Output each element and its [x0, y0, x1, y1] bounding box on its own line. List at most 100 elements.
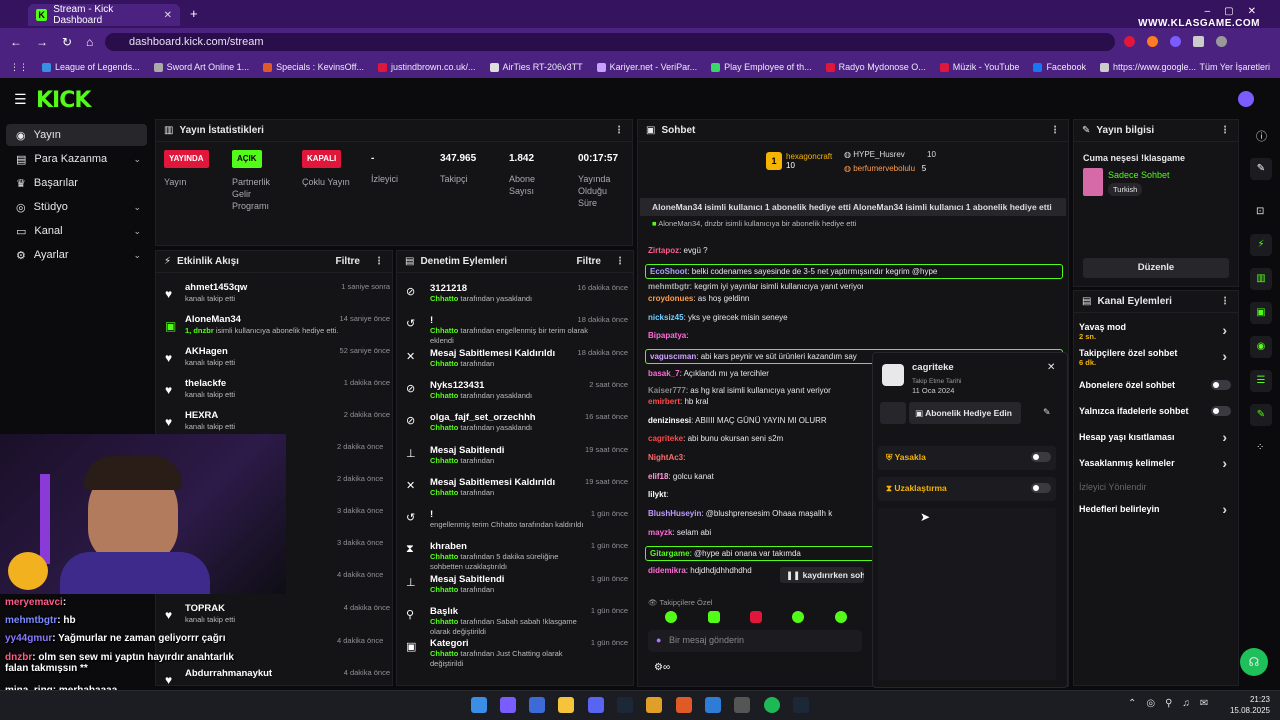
bookmark-item[interactable]: Müzik - YouTube	[939, 62, 1019, 72]
store-icon[interactable]	[529, 697, 545, 713]
chat-username[interactable]: BlushHuseyin	[648, 509, 701, 518]
ban-toggle[interactable]	[1031, 452, 1051, 462]
extension-icon[interactable]	[1170, 36, 1181, 47]
focus-icon[interactable]: ⊡	[1256, 206, 1264, 217]
close-icon[interactable]: ✕	[1047, 362, 1055, 373]
list-icon[interactable]: ☰	[1250, 370, 1272, 392]
channel-action-item[interactable]: Abonelere özel sohbet	[1079, 380, 1231, 390]
emote-icon[interactable]	[749, 611, 762, 623]
chat-username[interactable]: basak_7	[648, 369, 680, 378]
spotify-icon[interactable]	[764, 697, 780, 713]
emote-icon[interactable]	[665, 611, 678, 623]
chat-username[interactable]: emirbert	[648, 397, 680, 406]
apps-icon[interactable]: ⁘	[1256, 442, 1264, 453]
discord-icon[interactable]	[588, 697, 604, 713]
url-input[interactable]: dashboard.kick.com/stream	[105, 33, 1115, 51]
user-avatar[interactable]	[1238, 91, 1254, 107]
chat-username[interactable]: Bipapatya	[648, 331, 686, 340]
support-headset-icon[interactable]: ☊	[1240, 648, 1268, 676]
sidebar-item-para-kazanma[interactable]: ▤ Para Kazanma ⌄	[6, 148, 147, 170]
chrome-icon[interactable]	[646, 697, 662, 713]
channel-action-item[interactable]: Yavaş mod 2 sn. ›	[1079, 322, 1231, 341]
system-tray-icons[interactable]: ⌃◎⚲♫✉	[1128, 698, 1218, 709]
wrench-icon[interactable]: ✎	[1250, 404, 1272, 426]
chat-username[interactable]: Kaiser777	[648, 386, 686, 395]
bookmark-item[interactable]: Kariyer.net - VeriPar...	[596, 62, 697, 72]
filter-button[interactable]: Filtre	[336, 256, 360, 267]
more-options-icon[interactable]: ⋮	[374, 256, 384, 267]
filter-button[interactable]: Filtre	[577, 256, 601, 267]
avatar-button[interactable]	[880, 402, 906, 424]
channel-action-toggle[interactable]	[1211, 380, 1231, 390]
chat-username[interactable]: elif18	[648, 472, 668, 481]
chat-username[interactable]: lilykt	[648, 490, 666, 499]
bookmarks-folder[interactable]: Tüm Yer İşaretleri	[1199, 62, 1270, 72]
sidebar-item-basarilar[interactable]: ♛ Başarılar	[6, 172, 147, 194]
more-options-icon[interactable]: ⋮	[614, 125, 624, 136]
chat-settings-icon[interactable]: ⚙∞	[654, 662, 670, 673]
photos-icon[interactable]	[705, 697, 721, 713]
pencil-icon[interactable]: ✎	[1250, 158, 1272, 180]
chat-username[interactable]: denizinsesi	[648, 416, 691, 425]
extension-icon[interactable]	[1124, 36, 1135, 47]
bookmark-item[interactable]: League of Legends...	[42, 62, 140, 72]
apps-icon[interactable]: ⋮⋮	[10, 62, 28, 73]
folder-icon[interactable]	[558, 697, 574, 713]
chat-username[interactable]: didemikra	[648, 566, 686, 575]
broadcast-icon[interactable]: ◉	[1250, 336, 1272, 358]
bookmark-item[interactable]: https://www.google...	[1099, 62, 1196, 72]
more-options-icon[interactable]: ⋮	[615, 256, 625, 267]
chat-username[interactable]: nicksiz45	[648, 313, 684, 322]
hamburger-menu-icon[interactable]: ☰	[14, 91, 27, 108]
browser-tab[interactable]: K Stream - Kick Dashboard ✕	[28, 4, 180, 26]
obs-icon[interactable]	[734, 697, 750, 713]
kick-logo[interactable]: KICK	[36, 88, 91, 113]
sidebar-item-yayin[interactable]: ◉ Yayın	[6, 124, 147, 146]
sidebar-item-ayarlar[interactable]: ⚙ Ayarlar ⌄	[6, 244, 147, 266]
window-controls[interactable]: ‒▢✕	[1205, 6, 1270, 17]
bookmark-item[interactable]: AirTies RT-206v3TT	[489, 62, 583, 72]
chat-username[interactable]: Gitargame	[650, 549, 690, 558]
nav-buttons[interactable]: ←→↻⌂	[10, 35, 107, 49]
sidebar-item-kanal[interactable]: ▭ Kanal ⌄	[6, 220, 147, 242]
channel-action-item[interactable]: Takipçilere özel sohbet 6 dk. ›	[1079, 348, 1231, 367]
bookmark-item[interactable]: Radyo Mydonose O...	[825, 62, 926, 72]
chat-username[interactable]: NightAc3	[648, 453, 683, 462]
stream-category[interactable]: Sadece Sohbet	[1108, 170, 1170, 180]
stats-icon[interactable]: ▥	[1250, 268, 1272, 290]
more-options-icon[interactable]: ⋮	[1220, 296, 1230, 307]
chat-username[interactable]: mehmtbgtr	[648, 282, 690, 291]
channel-action-item[interactable]: Yalnızca ifadelerle sohbet	[1079, 406, 1231, 416]
chat-username[interactable]: vaguscıman	[650, 352, 696, 361]
gift-sub-button[interactable]: ▣ Abonelik Hediye Edin	[909, 402, 1021, 424]
chat-username[interactable]: croydonues	[648, 294, 693, 303]
more-options-icon[interactable]: ⋮	[1050, 125, 1060, 136]
start-icon[interactable]	[471, 697, 487, 713]
more-options-icon[interactable]: ⋮	[1220, 125, 1230, 136]
bookmark-item[interactable]: Specials : KevinsOff...	[263, 62, 364, 72]
chat-username[interactable]: Zirtapoz	[648, 246, 679, 255]
extensions-icon[interactable]	[1193, 36, 1204, 47]
bookmark-item[interactable]: Play Employee of th...	[711, 62, 812, 72]
new-tab-icon[interactable]: +	[190, 6, 198, 21]
extension-icon[interactable]	[1147, 36, 1158, 47]
steam-icon[interactable]	[617, 697, 633, 713]
microphone-icon[interactable]: ●	[656, 635, 661, 645]
channel-action-toggle[interactable]	[1211, 406, 1231, 416]
channel-action-item[interactable]: Hedefleri belirleyin ›	[1079, 501, 1231, 517]
bookmark-item[interactable]: Sword Art Online 1...	[153, 62, 249, 72]
chat-username[interactable]: mayzk	[648, 528, 672, 537]
bookmark-item[interactable]: justindbrown.co.uk/...	[378, 62, 476, 72]
edit-stream-button[interactable]: Düzenle	[1083, 258, 1229, 278]
lightning-icon[interactable]: ⚡	[1250, 234, 1272, 256]
app-icon[interactable]	[676, 697, 692, 713]
close-tab-icon[interactable]: ✕	[164, 10, 172, 21]
channel-action-item[interactable]: Yasaklanmış kelimeler ›	[1079, 455, 1231, 471]
timeout-toggle[interactable]	[1031, 483, 1051, 493]
chat-username[interactable]: cagriteke	[648, 434, 683, 443]
emote-icon[interactable]	[792, 611, 805, 623]
chat-username[interactable]: EcoShoot	[650, 267, 687, 276]
chat-input[interactable]: ● Bir mesaj gönderin	[648, 630, 862, 652]
sidebar-item-studyo[interactable]: ◎ Stüdyo ⌄	[6, 196, 147, 218]
chat-paused-button[interactable]: ❚❚ kaydırırken sohl	[780, 567, 864, 583]
